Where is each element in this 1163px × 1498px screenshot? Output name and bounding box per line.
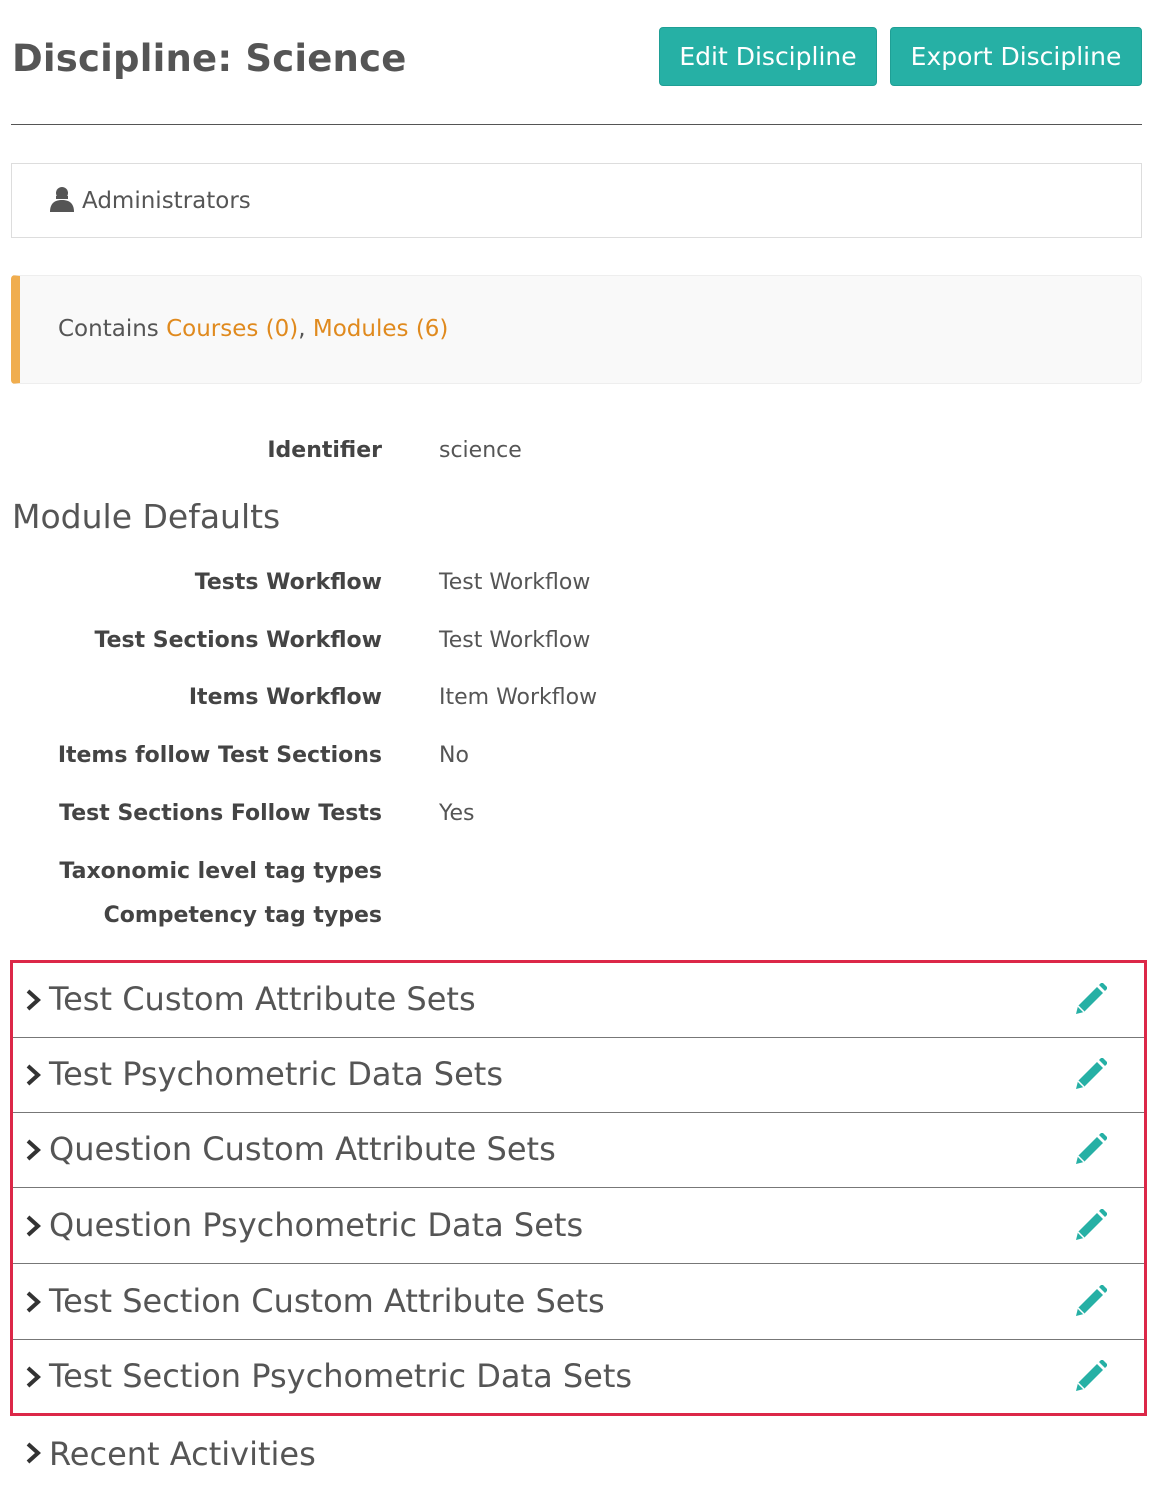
panel-title[interactable]: Test Custom Attribute Sets [49,977,476,1021]
competency-tag-types-label: Competency tag types [103,903,382,928]
panel-question-psychometric-data-sets[interactable]: Question Psychometric Data Sets [13,1189,1144,1264]
panel-title[interactable]: Test Section Custom Attribute Sets [49,1279,605,1323]
pencil-icon[interactable] [1073,1058,1107,1092]
taxonomic-level-tag-types-label: Taxonomic level tag types [59,859,382,884]
chevron-right-icon[interactable] [25,1139,41,1161]
tests-workflow-value: Test Workflow [439,570,591,595]
panel-title[interactable]: Question Psychometric Data Sets [49,1203,583,1247]
chevron-right-icon[interactable] [25,1442,41,1464]
test-sections-workflow-row: Test Sections Workflow Test Workflow [0,626,1163,656]
administrators-label: Administrators [82,188,251,214]
tests-workflow-label: Tests Workflow [194,570,382,595]
panel-title[interactable]: Test Psychometric Data Sets [49,1052,503,1096]
chevron-right-icon[interactable] [25,1366,41,1388]
chevron-right-icon[interactable] [25,1291,41,1313]
items-workflow-row: Items Workflow Item Workflow [0,683,1163,713]
contains-separator: , [298,316,313,342]
pencil-icon[interactable] [1073,983,1107,1017]
page-title: Discipline: Science [12,37,407,80]
pencil-icon[interactable] [1073,1133,1107,1167]
test-sections-follow-tests-label: Test Sections Follow Tests [59,801,382,826]
panel-test-section-psychometric-data-sets[interactable]: Test Section Psychometric Data Sets [13,1340,1144,1415]
identifier-value: science [439,438,522,463]
items-workflow-value: Item Workflow [439,685,598,710]
contains-callout: Contains Courses (0), Modules (6) [11,275,1142,384]
courses-link[interactable]: Courses (0) [166,316,298,342]
test-sections-follow-tests-row: Test Sections Follow Tests Yes [0,799,1163,829]
pencil-icon[interactable] [1073,1209,1107,1243]
recent-activities-title[interactable]: Recent Activities [49,1432,316,1476]
export-discipline-button[interactable]: Export Discipline [890,27,1142,86]
edit-discipline-button[interactable]: Edit Discipline [659,27,877,86]
panel-test-psychometric-data-sets[interactable]: Test Psychometric Data Sets [13,1038,1144,1113]
chevron-right-icon[interactable] [25,989,41,1011]
panel-title[interactable]: Question Custom Attribute Sets [49,1127,556,1171]
test-sections-workflow-label: Test Sections Workflow [94,628,383,653]
tests-workflow-row: Tests Workflow Test Workflow [0,568,1163,598]
panel-title[interactable]: Test Section Psychometric Data Sets [49,1354,632,1398]
panel-test-section-custom-attribute-sets[interactable]: Test Section Custom Attribute Sets [13,1265,1144,1340]
contains-prefix: Contains [58,316,167,342]
identifier-row: Identifier science [0,436,1163,466]
contains-text: Contains Courses (0), Modules (6) [58,314,448,344]
items-follow-test-sections-row: Items follow Test Sections No [0,741,1163,771]
taxonomic-level-tag-types-row: Taxonomic level tag types [0,857,1163,887]
chevron-right-icon[interactable] [25,1064,41,1086]
administrators-panel: Administrators [11,163,1142,238]
module-defaults-heading: Module Defaults [12,497,281,536]
chevron-right-icon[interactable] [25,1215,41,1237]
pencil-icon[interactable] [1073,1285,1107,1319]
items-follow-test-sections-label: Items follow Test Sections [57,743,382,768]
panel-recent-activities[interactable]: Recent Activities [10,1420,1147,1495]
user-icon [50,187,74,212]
panel-question-custom-attribute-sets[interactable]: Question Custom Attribute Sets [13,1113,1144,1188]
panel-test-custom-attribute-sets[interactable]: Test Custom Attribute Sets [13,963,1144,1038]
test-sections-follow-tests-value: Yes [439,801,475,826]
header-divider [11,124,1142,125]
items-follow-test-sections-value: No [439,743,469,768]
test-sections-workflow-value: Test Workflow [439,628,591,653]
attribute-sets-panel-group: Test Custom Attribute Sets Test Psychome… [10,960,1147,1416]
modules-link[interactable]: Modules (6) [313,316,449,342]
items-workflow-label: Items Workflow [188,685,382,710]
identifier-label: Identifier [267,438,382,463]
competency-tag-types-row: Competency tag types [0,901,1163,931]
pencil-icon[interactable] [1073,1360,1107,1394]
